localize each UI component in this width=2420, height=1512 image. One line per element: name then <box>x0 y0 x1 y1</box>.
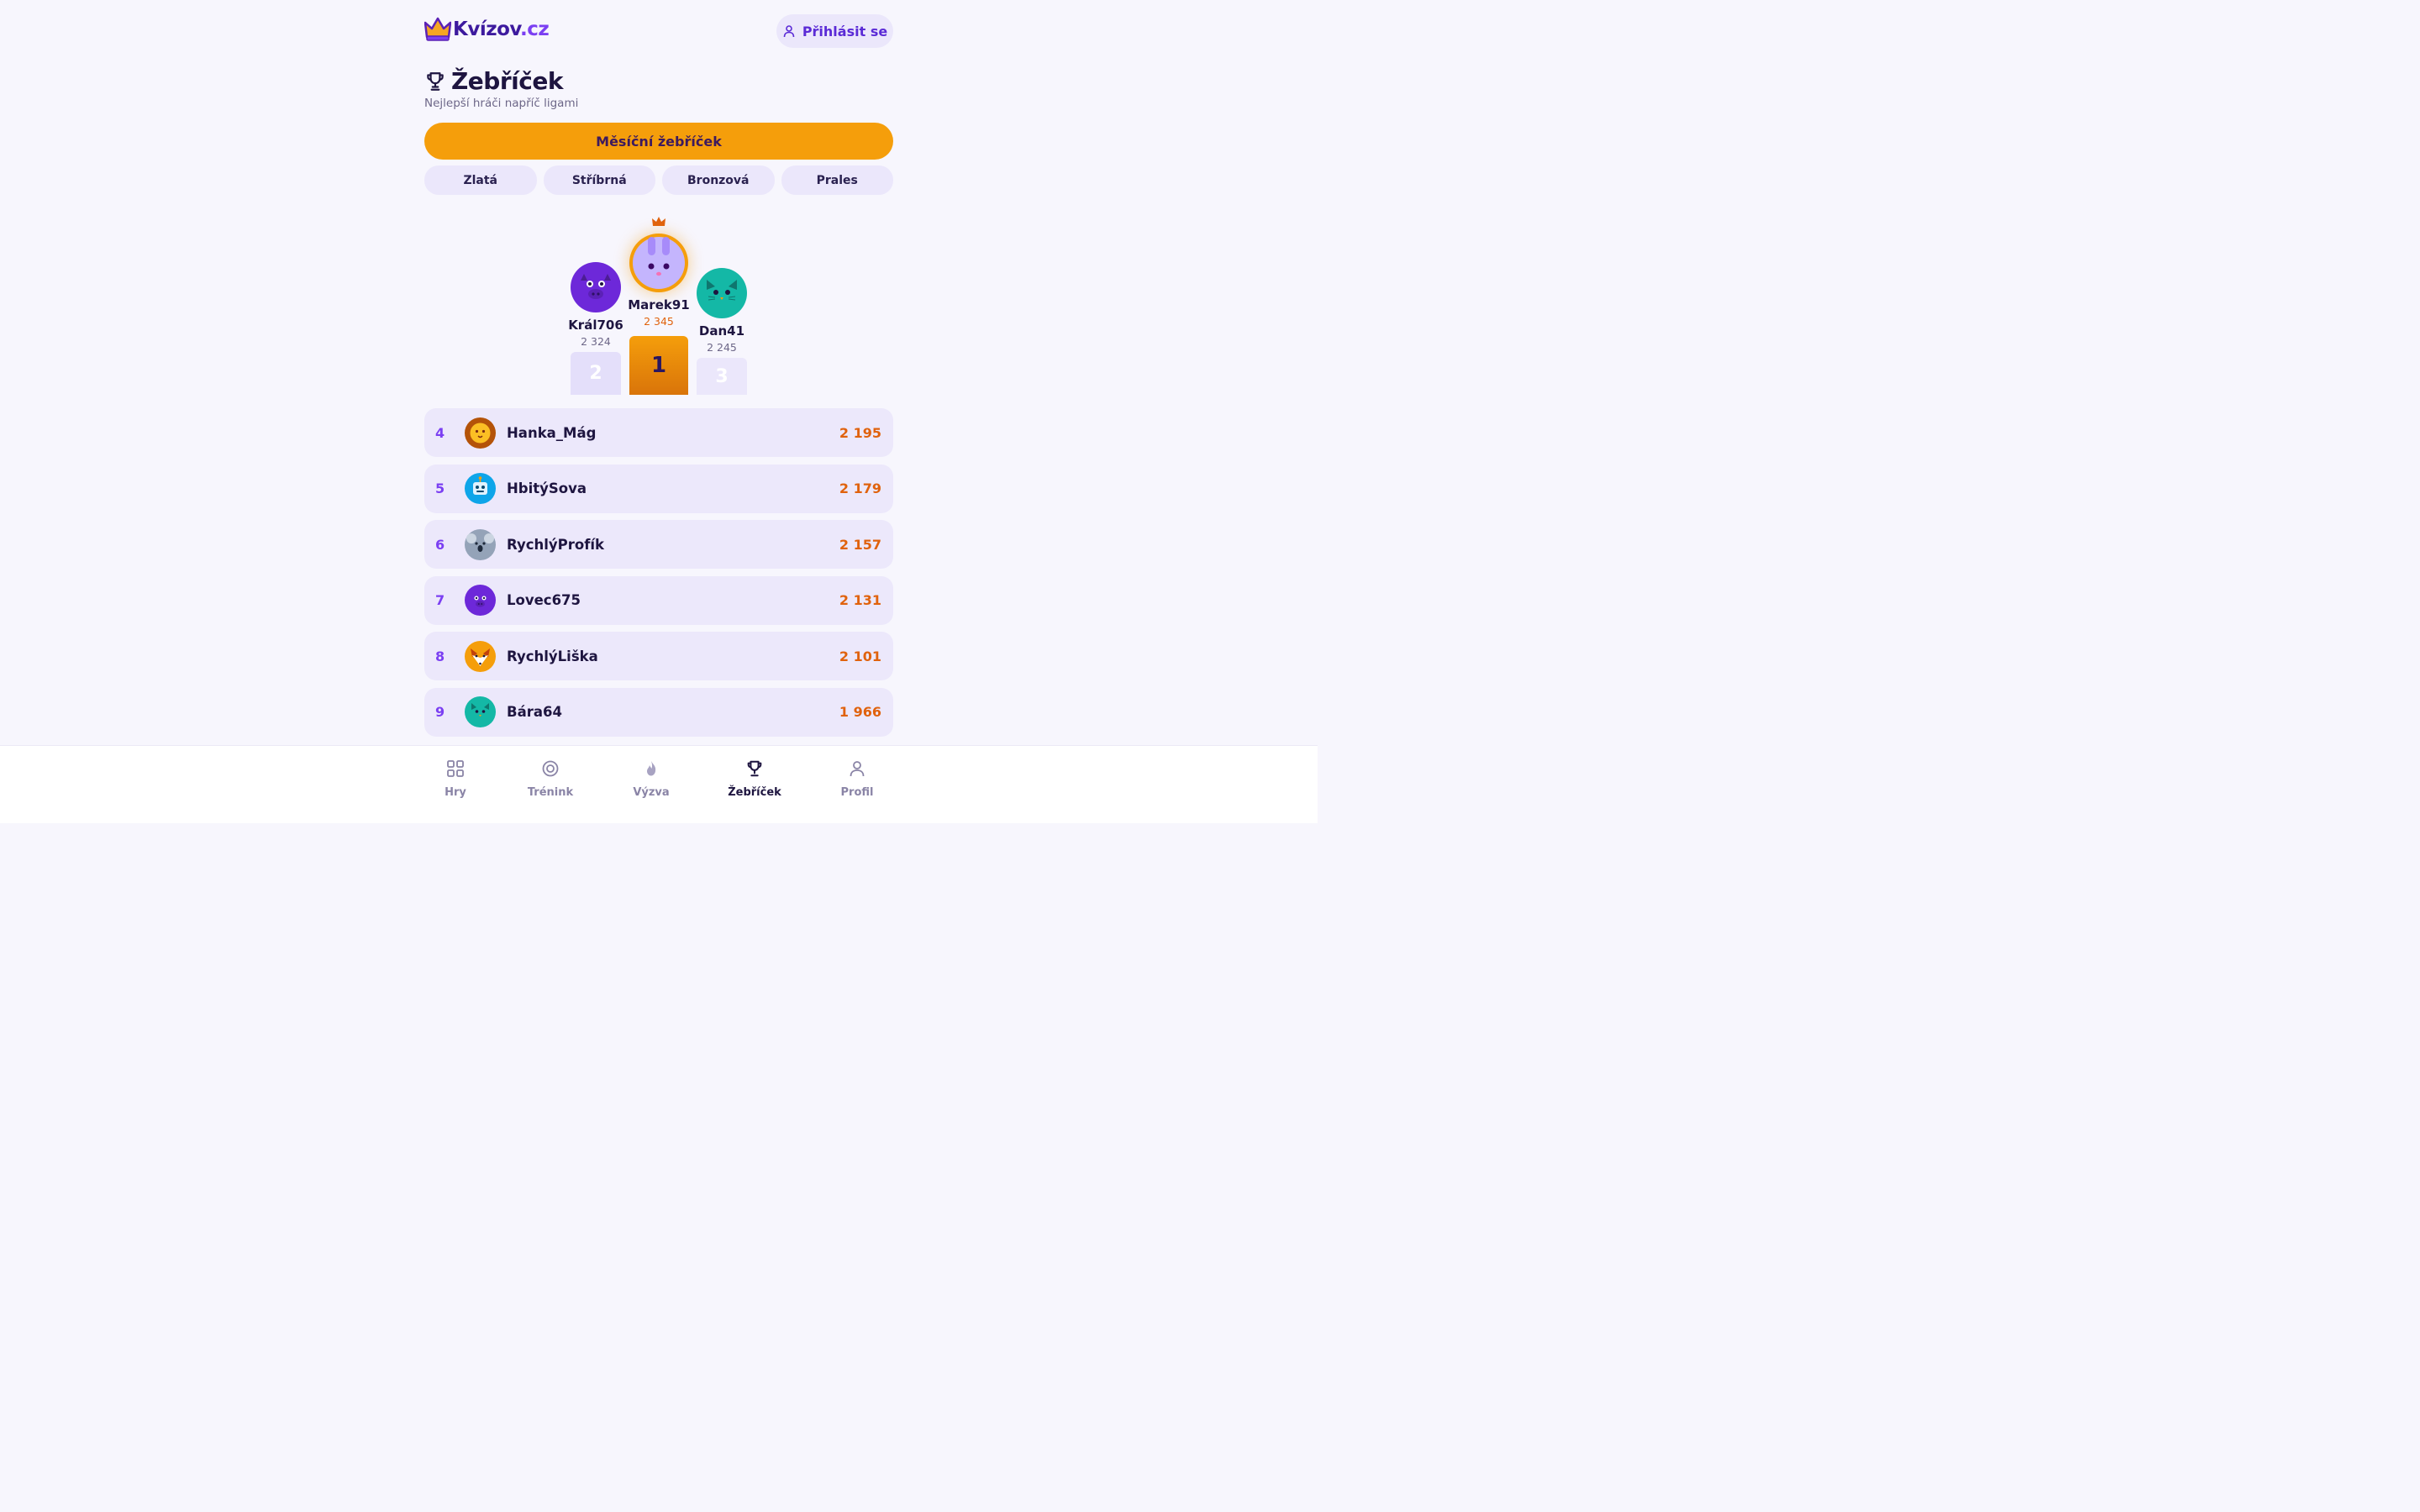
player-score: 2 131 <box>839 592 881 608</box>
list-item[interactable]: 8 RychlýLiška 2 101 <box>424 632 893 680</box>
bottom-navigation: Hry Trénink Výzva Žebříček Profil <box>0 745 1318 823</box>
logo-main: Kvízov <box>453 18 521 40</box>
podium: Král706 2 324 2 Marek91 2 345 1 Dan41 2 … <box>424 210 893 395</box>
logo[interactable]: Kvízov.cz <box>424 17 550 42</box>
login-label: Přihlásit se <box>802 23 888 39</box>
list-item[interactable]: 9 Bára64 1 966 <box>424 687 893 737</box>
cat-icon <box>465 696 496 727</box>
player-score: 2 157 <box>839 536 881 553</box>
main-container: Kvízov.cz Přihlásit se Žebříček Nejlepší… <box>424 0 893 737</box>
nav-item-games[interactable]: Hry <box>413 759 497 799</box>
player-score: 2 179 <box>839 480 881 496</box>
nav-item-leaderboard[interactable]: Žebříček <box>713 759 797 799</box>
list-item[interactable]: 4 Hanka_Mág 2 195 <box>424 408 893 457</box>
koala-icon <box>465 528 496 560</box>
podium-first-name: Marek91 <box>628 297 690 312</box>
login-button[interactable]: Přihlásit se <box>776 14 893 48</box>
player-score: 1 966 <box>839 704 881 720</box>
grid-icon <box>447 760 464 777</box>
podium-second-name: Král706 <box>568 318 623 333</box>
podium-second[interactable]: Král706 2 324 <box>566 262 626 348</box>
podium-first-score: 2 345 <box>644 315 674 328</box>
logo-text: Kvízov.cz <box>453 18 550 40</box>
nav-label: Žebříček <box>728 786 781 799</box>
cat-icon <box>697 268 747 318</box>
rank-number: 9 <box>435 704 445 720</box>
player-name: RychlýLiška <box>507 648 598 664</box>
monster-icon <box>465 585 496 616</box>
trophy-icon <box>427 71 444 91</box>
podium-third[interactable]: Dan41 2 245 <box>692 268 752 354</box>
crown-logo-icon <box>424 17 451 41</box>
player-name: HbitýSova <box>507 480 587 496</box>
tab-bronze[interactable]: Bronzová <box>662 165 775 195</box>
nav-label: Trénink <box>527 786 574 799</box>
rank-number: 6 <box>435 536 445 553</box>
player-name: RychlýProfík <box>507 536 605 553</box>
logo-tld: .cz <box>520 18 550 40</box>
player-score: 2 195 <box>839 424 881 441</box>
player-score: 2 101 <box>839 648 881 664</box>
player-name: Lovec675 <box>507 592 581 608</box>
page-title: Žebříček <box>451 67 563 95</box>
nav-item-challenge[interactable]: Výzva <box>609 759 693 799</box>
nav-item-profile[interactable]: Profil <box>815 759 899 799</box>
podium-block-first: 1 <box>629 336 688 395</box>
monster-icon <box>571 262 621 312</box>
nav-label: Výzva <box>633 786 670 799</box>
nav-label: Hry <box>445 786 466 799</box>
rank-number: 4 <box>435 424 445 441</box>
ranking-list: 4 Hanka_Mág 2 195 5 HbitýSova 2 179 6 Ry… <box>424 408 893 743</box>
fox-icon <box>465 640 496 672</box>
tab-silver[interactable]: Stříbrná <box>543 165 655 195</box>
player-name: Hanka_Mág <box>507 424 597 441</box>
podium-third-name: Dan41 <box>698 323 745 339</box>
league-tabs: Zlatá Stříbrná Bronzová Prales <box>424 165 893 195</box>
podium-second-score: 2 324 <box>581 335 611 348</box>
tab-gold[interactable]: Zlatá <box>424 165 537 195</box>
podium-third-score: 2 245 <box>707 341 737 354</box>
header: Kvízov.cz Přihlásit se <box>424 0 893 64</box>
nav-item-training[interactable]: Trénink <box>508 759 592 799</box>
monthly-leaderboard-button[interactable]: Měsíční žebříček <box>424 123 893 160</box>
lion-icon <box>465 417 496 449</box>
podium-first[interactable]: Marek91 2 345 <box>623 234 695 328</box>
page-subtitle: Nejlepší hráči napříč ligami <box>424 97 579 110</box>
rank-number: 8 <box>435 648 445 664</box>
list-item[interactable]: 6 RychlýProfík 2 157 <box>424 520 893 569</box>
nav-label: Profil <box>840 786 874 799</box>
user-icon <box>850 761 865 777</box>
page-title-row: Žebříček <box>424 67 563 95</box>
list-item[interactable]: 5 HbitýSova 2 179 <box>424 464 893 513</box>
flame-icon <box>647 761 656 776</box>
player-name: Bára64 <box>507 704 562 720</box>
trophy-icon <box>747 760 762 777</box>
list-item[interactable]: 7 Lovec675 2 131 <box>424 575 893 625</box>
target-icon <box>542 760 559 777</box>
crown-icon <box>652 217 666 226</box>
user-icon <box>783 25 795 38</box>
bunny-icon <box>629 234 688 292</box>
podium-block-second: 2 <box>571 352 621 395</box>
rank-number: 7 <box>435 592 445 608</box>
robot-icon <box>465 473 496 504</box>
tab-jungle[interactable]: Prales <box>781 165 893 195</box>
podium-block-third: 3 <box>697 358 747 395</box>
rank-number: 5 <box>435 480 445 496</box>
